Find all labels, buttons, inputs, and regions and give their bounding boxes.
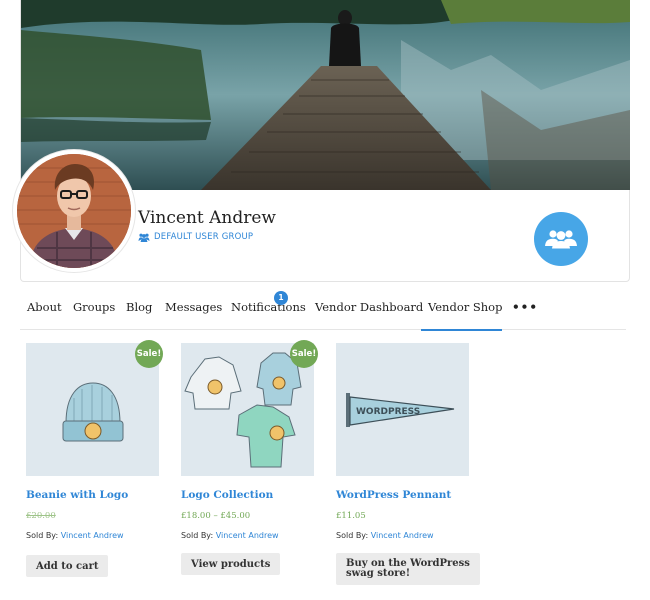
sold-by-label: Sold By: (336, 531, 369, 540)
product-price: £11.05 (336, 511, 366, 521)
sale-badge: Sale! (135, 340, 163, 368)
buy-button-line-2: swag store! (346, 568, 411, 579)
group-button[interactable] (534, 212, 588, 266)
tab-notifications[interactable]: Notifications (231, 294, 306, 331)
vendor-link[interactable]: Vincent Andrew (216, 531, 279, 540)
vendor-link[interactable]: Vincent Andrew (371, 531, 434, 540)
avatar[interactable] (17, 154, 131, 268)
tab-vendor-shop-label: Vendor Shop (428, 300, 503, 314)
notification-count-badge: 1 (274, 291, 288, 305)
product-price-old: £20.00 (26, 511, 56, 521)
users-icon (138, 233, 150, 242)
sale-badge: Sale! (290, 340, 318, 368)
cover-image (21, 0, 630, 190)
tab-about[interactable]: About (27, 294, 62, 331)
profile-name: Vincent Andrew (138, 208, 276, 228)
avatar-photo (17, 154, 131, 268)
buy-on-wordpress-button[interactable]: Buy on the WordPress swag store! (336, 553, 480, 585)
group-icon (545, 230, 577, 249)
tab-vendor-dashboard[interactable]: Vendor Dashboard (315, 294, 423, 331)
add-to-cart-button[interactable]: Add to cart (26, 555, 109, 577)
product-title[interactable]: WordPress Pennant (336, 489, 451, 501)
user-group-label: DEFAULT USER GROUP (154, 232, 254, 242)
user-group-link[interactable]: DEFAULT USER GROUP (138, 232, 253, 242)
product-title[interactable]: Logo Collection (181, 489, 273, 501)
view-products-button[interactable]: View products (181, 553, 281, 575)
product-price: £18.00 – £45.00 (181, 511, 251, 521)
sold-by: Sold By: Vincent Andrew (26, 531, 124, 540)
product-image[interactable]: WORDPRESS (336, 343, 469, 476)
vendor-link[interactable]: Vincent Andrew (61, 531, 124, 540)
sold-by-label: Sold By: (181, 531, 214, 540)
sold-by: Sold By: Vincent Andrew (336, 531, 434, 540)
tab-groups[interactable]: Groups (73, 294, 115, 331)
sold-by-label: Sold By: (26, 531, 59, 540)
pennant-illustration: WORDPRESS (346, 393, 455, 427)
tab-messages[interactable]: Messages (165, 294, 222, 331)
sold-by: Sold By: Vincent Andrew (181, 531, 279, 540)
product-title[interactable]: Beanie with Logo (26, 489, 128, 501)
tab-vendor-shop[interactable]: Vendor Shop (421, 294, 502, 331)
more-tabs-button[interactable]: ••• (512, 294, 538, 331)
tab-blog[interactable]: Blog (126, 294, 152, 331)
lake-dock-photo (21, 0, 630, 190)
pennant-text: WORDPRESS (356, 407, 420, 417)
